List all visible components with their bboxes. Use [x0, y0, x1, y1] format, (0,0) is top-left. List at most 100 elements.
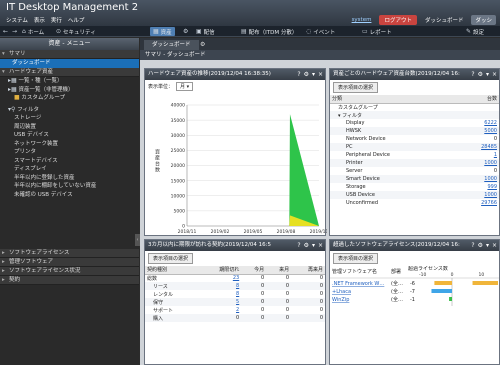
- dashboard-pill[interactable]: ダッシ: [471, 15, 496, 25]
- column-header[interactable]: 期限切れ: [198, 266, 242, 275]
- count-cell[interactable]: 1000: [458, 191, 499, 199]
- table-row[interactable]: カスタムグループ: [330, 103, 499, 111]
- nav-assets[interactable]: ▦ 資産: [150, 27, 175, 36]
- column-header[interactable]: 契約種別: [145, 266, 199, 275]
- nav-report[interactable]: ▭ レポート: [362, 27, 392, 36]
- sidebar-filter-item[interactable]: 未確認の USB デバイス: [0, 191, 139, 200]
- nav-config[interactable]: ✎ 設定: [466, 27, 484, 36]
- user-link[interactable]: system: [352, 17, 372, 23]
- table-row[interactable]: Unconfirmed 29766: [330, 199, 499, 207]
- filter-icon: ▾⚲: [8, 105, 16, 113]
- select-items-button[interactable]: 表示項目の選択: [333, 82, 379, 93]
- column-header-class[interactable]: 分類: [330, 95, 458, 104]
- table-row[interactable]: USB Device 1000: [330, 191, 499, 199]
- table-row[interactable]: Network Device 0: [330, 135, 499, 143]
- table-row[interactable]: Server 0: [330, 167, 499, 175]
- contract-count-cell[interactable]: 8: [198, 282, 241, 290]
- back-button[interactable]: ←: [3, 27, 8, 36]
- sidebar-group-hardware[interactable]: ▾ ハードウェア資産: [0, 68, 139, 77]
- close-icon[interactable]: ×: [318, 240, 323, 251]
- select-items-button[interactable]: 表示項目の選択: [333, 253, 379, 264]
- count-cell[interactable]: 1000: [458, 159, 499, 167]
- menu-run[interactable]: 実行: [51, 16, 62, 24]
- sidebar-item-filter[interactable]: ▾⚲ フィルタ: [0, 106, 139, 115]
- chevron-down-icon[interactable]: ▾: [486, 69, 489, 80]
- column-header[interactable]: 今月: [241, 266, 267, 275]
- table-row[interactable]: Printer 1000: [330, 159, 499, 167]
- help-icon[interactable]: ?: [297, 240, 300, 251]
- menu-bar: システム 表示 実行 ヘルプ: [6, 16, 84, 24]
- sidebar-group-managed-software[interactable]: ▸ 管理ソフトウェア: [0, 258, 139, 267]
- sidebar-item-list[interactable]: ▸▦ 一覧・種（一覧）: [0, 77, 139, 86]
- sidebar-filter-item[interactable]: スマートデバイス: [0, 157, 139, 166]
- table-row[interactable]: Display 6222: [330, 119, 499, 127]
- gear-icon[interactable]: ⚙: [478, 240, 483, 251]
- nav-deploy[interactable]: ▤ 配布（ITDM 分散）: [241, 27, 297, 36]
- count-cell[interactable]: 28485: [458, 143, 499, 151]
- table-row[interactable]: ▾ フィルタ: [330, 111, 499, 119]
- column-header[interactable]: 再来月: [291, 266, 325, 275]
- table-row[interactable]: サポート 2 0 0 0: [145, 306, 325, 314]
- table-row[interactable]: HWSK 5000: [330, 127, 499, 135]
- sidebar-group-licenses[interactable]: ▸ ソフトウェアライセンス: [0, 249, 139, 258]
- contract-count-cell[interactable]: 23: [198, 274, 241, 282]
- count-cell[interactable]: 6222: [458, 119, 499, 127]
- sidebar-filter-item[interactable]: ネットワーク装置: [0, 140, 139, 149]
- table-row[interactable]: リース 8 0 0 0: [145, 282, 325, 290]
- chevron-down-icon: ▾: [2, 69, 5, 75]
- close-icon[interactable]: ×: [492, 240, 497, 251]
- sidebar-filter-item[interactable]: USB デバイス: [0, 131, 139, 140]
- sidebar-item-unmanaged[interactable]: ▸▦ 資産一覧（非管理機）: [0, 86, 139, 95]
- nav-settings-gear[interactable]: ⚙: [183, 27, 188, 36]
- help-icon[interactable]: ?: [471, 69, 474, 80]
- table-row[interactable]: レンタル 8 0 0 0: [145, 290, 325, 298]
- nav-events[interactable]: ◌ イベント: [306, 27, 335, 36]
- sidebar-filter-item[interactable]: 周辺装置: [0, 123, 139, 132]
- table-row[interactable]: Storage 999: [330, 183, 499, 191]
- help-icon[interactable]: ?: [471, 240, 474, 251]
- close-icon[interactable]: ×: [492, 69, 497, 80]
- nav-security[interactable]: ⊙ セキュリティ: [56, 27, 96, 36]
- sidebar-group-summary[interactable]: ▾ サマリ: [0, 50, 139, 59]
- table-row[interactable]: 保守 5 0 0 0: [145, 298, 325, 306]
- contract-count-cell[interactable]: 2: [198, 306, 241, 314]
- sidebar-filter-item[interactable]: ディスプレイ: [0, 165, 139, 174]
- menu-system[interactable]: システム: [6, 16, 28, 24]
- sidebar-filter-item[interactable]: 半年以内に棚卸をしていない資産: [0, 182, 139, 191]
- contract-count-cell[interactable]: 5: [198, 298, 241, 306]
- count-cell[interactable]: 1: [458, 151, 499, 159]
- gear-icon[interactable]: ⚙: [304, 240, 309, 251]
- gear-icon[interactable]: ⚙: [478, 69, 483, 80]
- menu-help[interactable]: ヘルプ: [68, 16, 85, 24]
- logout-button[interactable]: ログアウト: [379, 15, 417, 25]
- contract-count-cell[interactable]: 8: [198, 290, 241, 298]
- tab-gear-icon[interactable]: ⚙: [200, 41, 205, 48]
- sidebar-item-dashboard[interactable]: ダッシュボード: [0, 59, 139, 68]
- nav-distribution[interactable]: ▣ 配信: [196, 27, 215, 36]
- forward-button[interactable]: →: [12, 27, 17, 36]
- tab-dashboard[interactable]: ダッシュボード: [144, 40, 199, 50]
- table-row[interactable]: 購入 0 0 0 0: [145, 314, 325, 322]
- sidebar-filter-item[interactable]: プリンタ: [0, 148, 139, 157]
- select-items-button[interactable]: 表示項目の選択: [148, 253, 194, 264]
- sidebar-filter-item[interactable]: 半年以内に登録した資産: [0, 174, 139, 183]
- chevron-down-icon[interactable]: ▾: [486, 240, 489, 251]
- menu-view[interactable]: 表示: [34, 16, 45, 24]
- count-cell[interactable]: 29766: [458, 199, 499, 207]
- sidebar-filter-item[interactable]: ストレージ: [0, 114, 139, 123]
- count-cell[interactable]: 1000: [458, 175, 499, 183]
- column-header[interactable]: 来月: [266, 266, 292, 275]
- table-row[interactable]: 総数 23 0 0 0: [145, 274, 325, 282]
- sidebar-group-label: ソフトウェアライセンス: [9, 250, 70, 256]
- table-row[interactable]: Smart Device 1000: [330, 175, 499, 183]
- sidebar-group-contracts[interactable]: ▸ 契約: [0, 276, 139, 285]
- count-cell[interactable]: 5000: [458, 127, 499, 135]
- sidebar-item-custom-group[interactable]: ■ カスタムグループ: [0, 94, 139, 103]
- chevron-down-icon[interactable]: ▾: [312, 240, 315, 251]
- sidebar-group-license-status[interactable]: ▸ ソフトウェアライセンス状況: [0, 267, 139, 276]
- nav-home[interactable]: ⌂ ホーム: [22, 27, 44, 36]
- table-row[interactable]: PC 28485: [330, 143, 499, 151]
- column-header-count[interactable]: 台数: [457, 95, 499, 104]
- count-cell[interactable]: 999: [458, 183, 499, 191]
- table-row[interactable]: Peripheral Device 1: [330, 151, 499, 159]
